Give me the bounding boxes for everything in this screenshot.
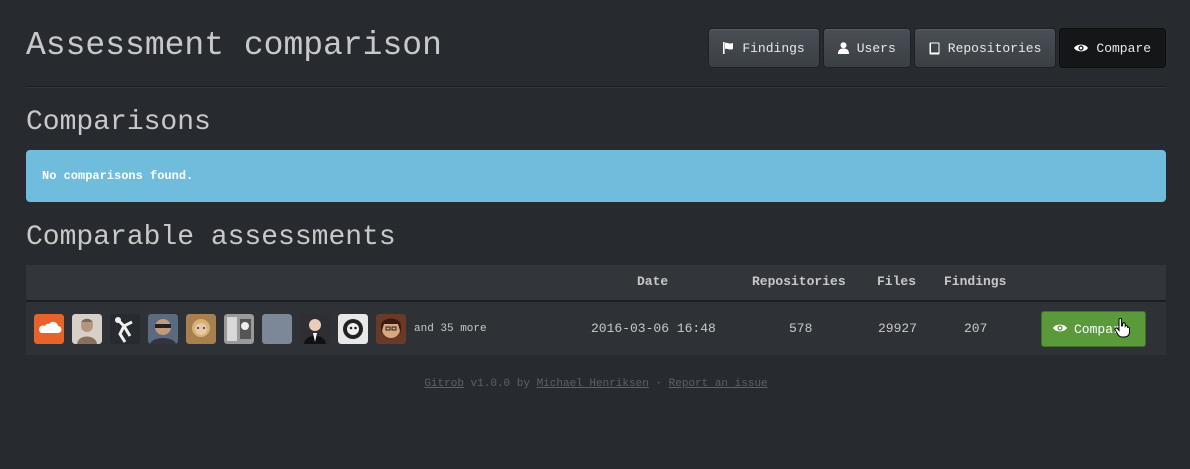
no-comparisons-alert: No comparisons found.: [26, 150, 1166, 202]
report-issue-link[interactable]: Report an issue: [669, 378, 768, 390]
row-repositories: 578: [789, 321, 813, 336]
flag-icon: [723, 42, 734, 54]
author-link[interactable]: Michael Henriksen: [537, 378, 649, 390]
row-files: 29927: [878, 321, 918, 336]
avatar[interactable]: [300, 314, 330, 344]
compare-nav-label: Compare: [1096, 40, 1151, 56]
footer-separator: ·: [655, 378, 663, 390]
eye-icon: [1053, 322, 1067, 337]
header-divider: [26, 86, 1166, 87]
findings-label: Findings: [742, 40, 805, 56]
comparable-table: Date Repositories Files Findings and 35 …: [26, 265, 1166, 355]
avatar[interactable]: [186, 314, 216, 344]
avatar[interactable]: [110, 314, 140, 344]
avatar[interactable]: [262, 314, 292, 344]
nav-buttons: Findings Users Repositories Compare: [708, 28, 1166, 68]
page-title: Assessment comparison: [26, 27, 442, 64]
comparable-heading: Comparable assessments: [26, 222, 396, 253]
users-label: Users: [856, 40, 896, 56]
repositories-button[interactable]: Repositories: [913, 28, 1057, 68]
row-date: 2016-03-06 16:48: [591, 321, 716, 336]
avatar[interactable]: [148, 314, 178, 344]
col-repositories: Repositories: [752, 274, 846, 289]
comparisons-heading: Comparisons: [26, 107, 211, 138]
footer: Gitrob v1.0.0 by Michael Henriksen · Rep…: [26, 378, 1166, 390]
table-row: and 35 more 2016-03-06 16:48 578 29927 2…: [26, 302, 1166, 355]
avatar[interactable]: [72, 314, 102, 344]
compare-nav-button[interactable]: Compare: [1059, 28, 1166, 68]
hand-cursor-icon: [1114, 318, 1130, 338]
compare-button[interactable]: Compare: [1041, 311, 1146, 347]
row-findings: 207: [964, 321, 988, 336]
repositories-label: Repositories: [947, 40, 1042, 56]
avatar[interactable]: [338, 314, 368, 344]
more-users-text: and 35 more: [414, 323, 487, 335]
col-date: Date: [637, 274, 669, 289]
avatar[interactable]: [34, 314, 64, 344]
users-button[interactable]: Users: [822, 28, 911, 68]
col-findings: Findings: [944, 274, 1007, 289]
alert-text: No comparisons found.: [42, 169, 194, 183]
gitrob-link[interactable]: Gitrob: [424, 378, 464, 390]
table-header: Date Repositories Files Findings: [26, 265, 1166, 302]
avatar-list: and 35 more: [34, 314, 487, 344]
avatar[interactable]: [376, 314, 406, 344]
user-icon: [837, 42, 849, 54]
avatar[interactable]: [224, 314, 254, 344]
footer-version: v1.0.0 by: [470, 378, 530, 390]
findings-button[interactable]: Findings: [708, 28, 820, 68]
col-files: Files: [877, 274, 917, 289]
eye-icon: [1074, 43, 1089, 53]
book-icon: [929, 42, 940, 55]
